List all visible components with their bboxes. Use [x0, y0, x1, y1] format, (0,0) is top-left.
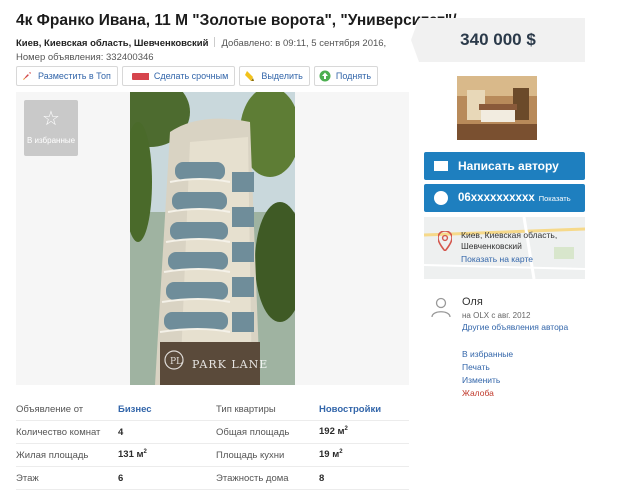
detail-label: Площадь кухни	[216, 449, 285, 461]
interior-thumbnail-image	[457, 76, 537, 140]
detail-label: Количество комнат	[16, 426, 101, 438]
make-urgent-label: Сделать срочным	[153, 71, 229, 81]
message-author-button[interactable]: Написать автору	[424, 152, 585, 180]
ad-number: Номер объявления: 332400346	[16, 52, 154, 63]
listing-details: Объявление от Бизнес Тип квартиры Новост…	[16, 398, 409, 490]
bump-up-button[interactable]: Поднять	[313, 66, 379, 86]
listing-location[interactable]: Киев, Киевская область, Шевченковский	[16, 38, 208, 49]
square-superscript: 2	[339, 449, 343, 456]
meta-divider	[214, 37, 216, 47]
photo-watermark: PARK LANE	[192, 358, 269, 371]
detail-value-link[interactable]: Новостройки	[319, 404, 409, 415]
living-area-value: 131 м	[118, 449, 144, 461]
building-photo: PL	[130, 92, 295, 385]
detail-value: 6	[118, 472, 124, 484]
detail-label: Общая площадь	[216, 426, 290, 438]
listing-title: 4к Франко Ивана, 11 М "Золотые ворота", …	[16, 12, 457, 29]
favorite-tile-label: В избранные	[26, 136, 76, 145]
price: 340 000 $	[411, 18, 585, 62]
main-photo[interactable]: PL PARK LANE	[130, 92, 295, 385]
detail-label: Жилая площадь	[16, 449, 89, 461]
details-row: Жилая площадь 131 м2 Площадь кухни 19 м2	[16, 444, 409, 467]
total-area-value: 192 м	[319, 426, 345, 438]
highlight-button[interactable]: Выделить	[239, 66, 310, 86]
detail-label: Объявление от	[16, 403, 84, 415]
author-name: Оля	[462, 296, 483, 308]
details-row: Этаж 6 Этажность дома 8	[16, 467, 409, 490]
star-icon: ☆	[42, 108, 60, 130]
envelope-icon	[434, 161, 448, 171]
user-avatar-icon	[431, 297, 451, 318]
details-row: Количество комнат 4 Общая площадь 192 м2	[16, 421, 409, 444]
add-to-favorites-link[interactable]: В избранные	[462, 348, 513, 361]
detail-value: 131 м2	[118, 449, 216, 460]
location-map[interactable]: Киев, Киевская область, Шевченковский По…	[424, 217, 585, 279]
detail-label: Тип квартиры	[216, 403, 276, 415]
arrow-up-icon	[319, 70, 331, 82]
promote-top-label: Разместить в Топ	[38, 71, 111, 81]
rocket-icon	[23, 72, 31, 80]
urgent-badge-icon	[131, 73, 149, 80]
square-superscript: 2	[344, 426, 348, 433]
report-link[interactable]: Жалоба	[462, 387, 513, 400]
detail-value: 192 м2	[319, 426, 409, 437]
map-address: Киев, Киевская область, Шевченковский	[461, 230, 558, 251]
kitchen-area-value: 19 м	[319, 449, 340, 461]
square-superscript: 2	[143, 449, 147, 456]
photo-gallery: ☆ В избранные PL PARK LANE	[16, 92, 409, 385]
listing-meta: Киев, Киевская область, Шевченковский Доб…	[16, 37, 386, 49]
show-on-map-link[interactable]: Показать на карте	[461, 254, 533, 264]
promo-actions: Разместить в Топ Сделать срочным Выделит…	[16, 66, 379, 86]
detail-value: 19 м2	[319, 449, 409, 460]
highlighter-icon	[245, 71, 255, 81]
bump-up-label: Поднять	[335, 71, 372, 81]
author-member-since: на OLX с авг. 2012	[462, 311, 531, 320]
phone-number-masked: 06xxxxxxxxxx	[458, 192, 535, 204]
show-phone-button[interactable]: 06xxxxxxxxxx Показать	[424, 184, 585, 212]
promote-top-button[interactable]: Разместить в Топ	[16, 66, 118, 86]
show-phone-label: Показать	[538, 193, 571, 203]
details-row: Объявление от Бизнес Тип квартиры Новост…	[16, 398, 409, 421]
detail-value-link[interactable]: Бизнес	[118, 404, 216, 415]
side-actions: В избранные Печать Изменить Жалоба	[462, 348, 513, 400]
make-urgent-button[interactable]: Сделать срочным	[121, 66, 236, 86]
phone-icon	[434, 191, 448, 205]
highlight-label: Выделить	[261, 71, 303, 81]
photo-thumbnail[interactable]	[457, 76, 537, 140]
listing-added-date: Добавлено: в 09:11, 5 сентября 2016,	[221, 38, 387, 49]
detail-label: Этажность дома	[216, 472, 289, 484]
add-to-favorites-tile[interactable]: ☆ В избранные	[24, 100, 78, 156]
detail-label: Этаж	[16, 472, 39, 484]
message-author-label: Написать автору	[458, 159, 559, 173]
print-link[interactable]: Печать	[462, 361, 513, 374]
edit-link[interactable]: Изменить	[462, 374, 513, 387]
map-pin-icon	[438, 231, 452, 251]
author-other-ads-link[interactable]: Другие объявления автора	[462, 322, 568, 332]
detail-value: 4	[118, 426, 124, 438]
detail-value: 8	[319, 472, 325, 484]
svg-text:PL: PL	[170, 357, 182, 367]
